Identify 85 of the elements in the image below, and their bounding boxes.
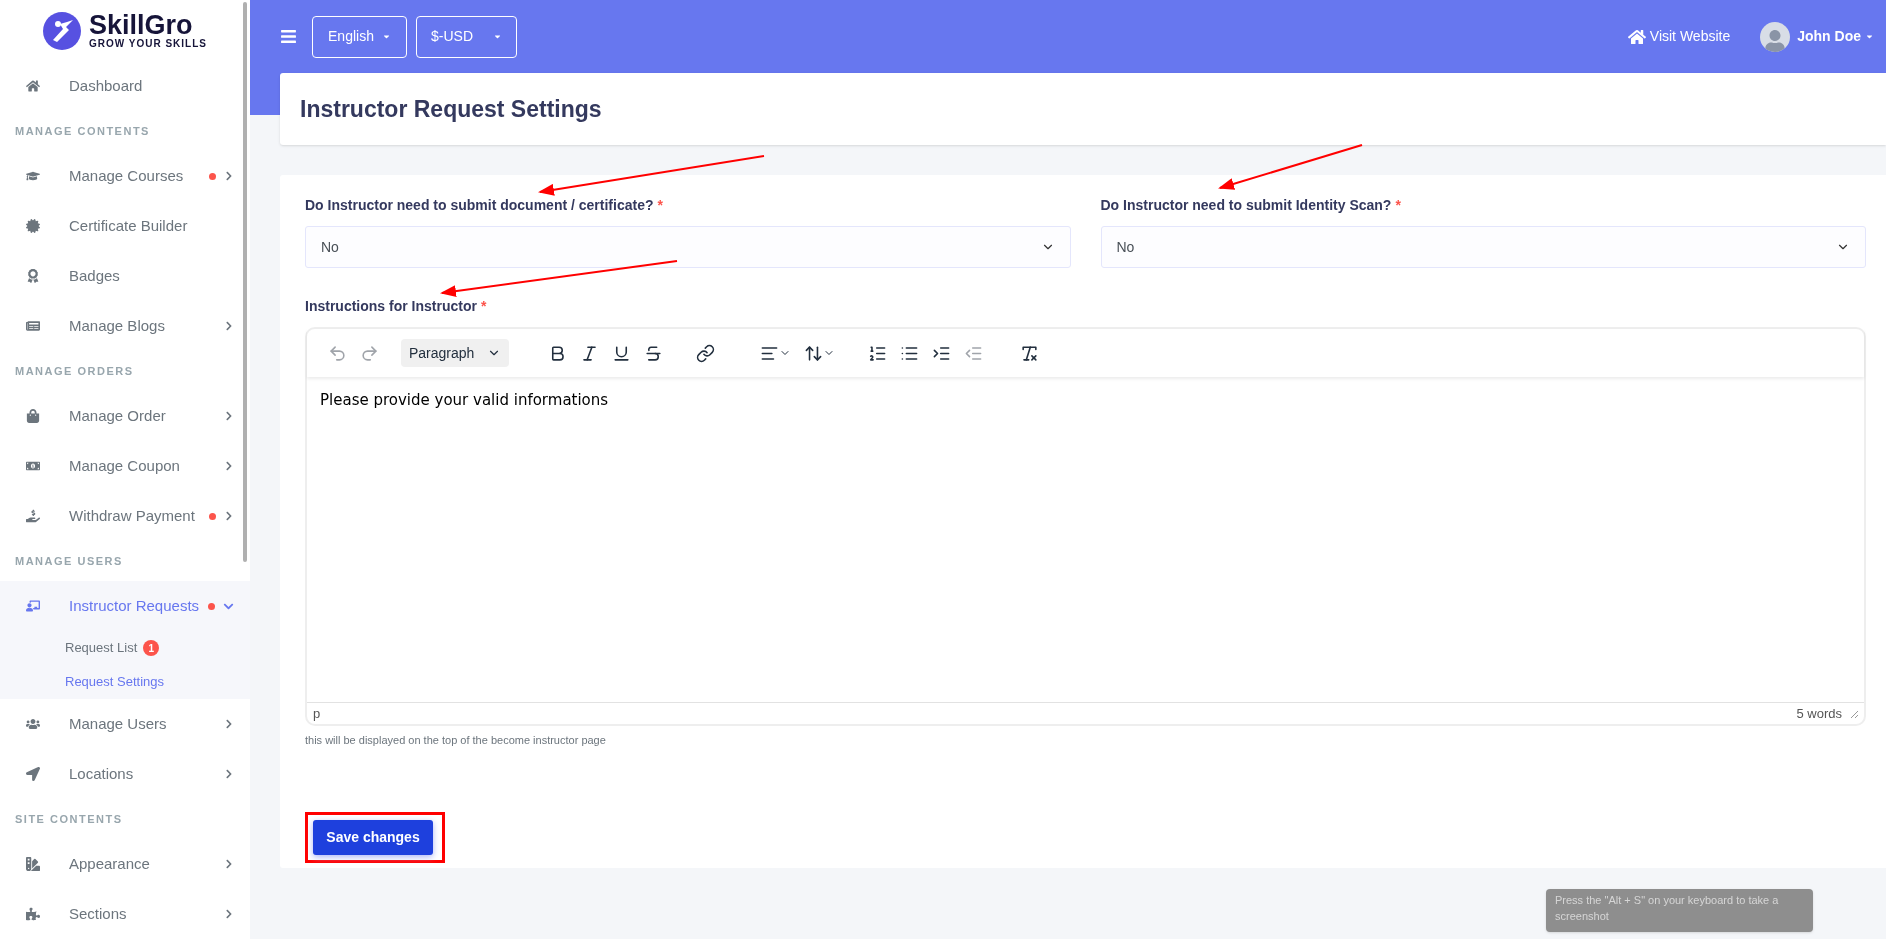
editor-text[interactable]: Please provide your valid informations — [320, 389, 1851, 412]
sidebar-item[interactable]: Withdraw Payment — [0, 491, 250, 541]
sidebar-section-heading: MANAGE USERS — [15, 553, 123, 569]
puzzle-icon — [26, 907, 40, 921]
sidebar-item-label: Certificate Builder — [69, 215, 188, 236]
required-mark: * — [480, 297, 487, 316]
submenu-item[interactable]: Request Settings — [65, 672, 164, 692]
award-icon — [26, 269, 40, 283]
sidebar-item[interactable]: Manage Coupon — [0, 441, 250, 491]
screenshot-tooltip: Press the "Alt + S" on your keyboard to take a screenshot — [1546, 889, 1813, 932]
menu-icon[interactable] — [280, 28, 297, 45]
save-button[interactable]: Save changes — [313, 819, 433, 855]
sidebar-item-label: Withdraw Payment — [69, 505, 195, 526]
caret-icon — [1865, 32, 1874, 41]
banknote-icon — [26, 459, 40, 473]
visit-website-link[interactable]: Visit Website — [1627, 26, 1731, 47]
brand-tagline: GROW YOUR SKILLS — [88, 39, 207, 49]
scrollbar[interactable] — [243, 2, 247, 562]
sidebar-item[interactable]: Manage Order — [0, 391, 250, 441]
link-icon — [695, 343, 715, 363]
sidebar-item[interactable]: Dashboard — [0, 61, 250, 111]
location-arrow-icon — [26, 767, 40, 781]
page-title: Instructor Request Settings — [300, 94, 602, 124]
resize-handle-icon[interactable] — [1850, 709, 1858, 718]
currency-select[interactable]: $-USD — [416, 15, 517, 58]
hand-coin-icon — [26, 509, 40, 523]
sidebar-item-label: Manage Order — [69, 405, 166, 426]
caret-icon — [493, 32, 502, 41]
sidebar-item-label: Instructor Requests — [69, 595, 200, 616]
numbered-list-icon — [867, 343, 887, 363]
graduation-cap-icon — [26, 169, 40, 183]
block-format-select[interactable]: Paragraph — [401, 339, 509, 367]
sidebar-item-label: Locations — [69, 763, 134, 784]
users-icon — [26, 717, 40, 731]
sidebar-item-label: Manage Blogs — [69, 315, 165, 336]
undo-icon — [327, 343, 347, 363]
sidebar-item-label: Manage Coupon — [69, 455, 180, 476]
sidebar-item[interactable]: Certificate Builder — [0, 201, 250, 251]
element-path: p — [313, 704, 321, 723]
clear-format-icon — [1019, 343, 1039, 363]
sidebar-item[interactable]: Sections — [0, 889, 250, 939]
seal-icon — [26, 219, 40, 233]
sidebar-item-label: Sections — [69, 903, 127, 924]
field-label: Do Instructor need to submit document / certificate? — [305, 196, 654, 215]
redo-icon — [359, 343, 379, 363]
field-label: Instructions for Instructor — [305, 297, 477, 316]
sidebar-item-label: Badges — [69, 265, 120, 286]
sidebar-section-heading: SITE CONTENTS — [15, 811, 123, 827]
underline-icon — [611, 343, 631, 363]
sidebar-item[interactable]: Badges — [0, 251, 250, 301]
select-field[interactable]: No — [305, 226, 1071, 268]
submenu-item[interactable]: Request List — [65, 638, 138, 658]
newspaper-icon — [26, 319, 40, 333]
user-menu[interactable]: John Doe — [1797, 26, 1874, 47]
sidebar-section-heading: MANAGE CONTENTS — [15, 123, 150, 139]
sidebar-item[interactable]: Manage Courses — [0, 151, 250, 201]
user-silhouette-icon — [1764, 29, 1787, 52]
caret-icon — [381, 32, 391, 41]
home-icon — [1627, 27, 1646, 46]
count-badge: 1 — [143, 640, 160, 656]
sidebar-section-heading: MANAGE ORDERS — [15, 363, 134, 379]
required-mark: * — [1395, 196, 1401, 215]
sidebar-item-label: Manage Users — [69, 713, 167, 734]
swatchbook-icon — [26, 857, 40, 871]
sidebar-item[interactable]: Instructor Requests — [0, 581, 250, 631]
sidebar-item[interactable]: Appearance — [0, 839, 250, 889]
sidebar-item-label: Appearance — [69, 853, 150, 874]
logo-icon — [42, 11, 81, 50]
field-label: Do Instructor need to submit Identity Scan? — [1100, 196, 1392, 215]
sidebar-item-label: Dashboard — [69, 75, 143, 96]
brand-name: SkillGro — [88, 12, 193, 39]
teacher-board-icon — [26, 599, 40, 613]
select-field[interactable]: No — [1100, 226, 1866, 268]
required-mark: * — [657, 196, 663, 215]
strikethrough-icon — [643, 343, 663, 363]
sidebar-item-label: Manage Courses — [69, 165, 184, 186]
sidebar-item[interactable]: Manage Blogs — [0, 301, 250, 351]
help-text: this will be displayed on the top of the become instructor page — [305, 733, 607, 748]
bag-icon — [26, 409, 40, 423]
sidebar-item[interactable]: Locations — [0, 749, 250, 799]
line-height-icon — [803, 343, 823, 363]
sidebar-item[interactable]: Manage Users — [0, 699, 250, 749]
word-count: 5 words — [1796, 704, 1842, 723]
home-icon — [26, 79, 40, 93]
language-select[interactable]: English — [312, 15, 407, 58]
